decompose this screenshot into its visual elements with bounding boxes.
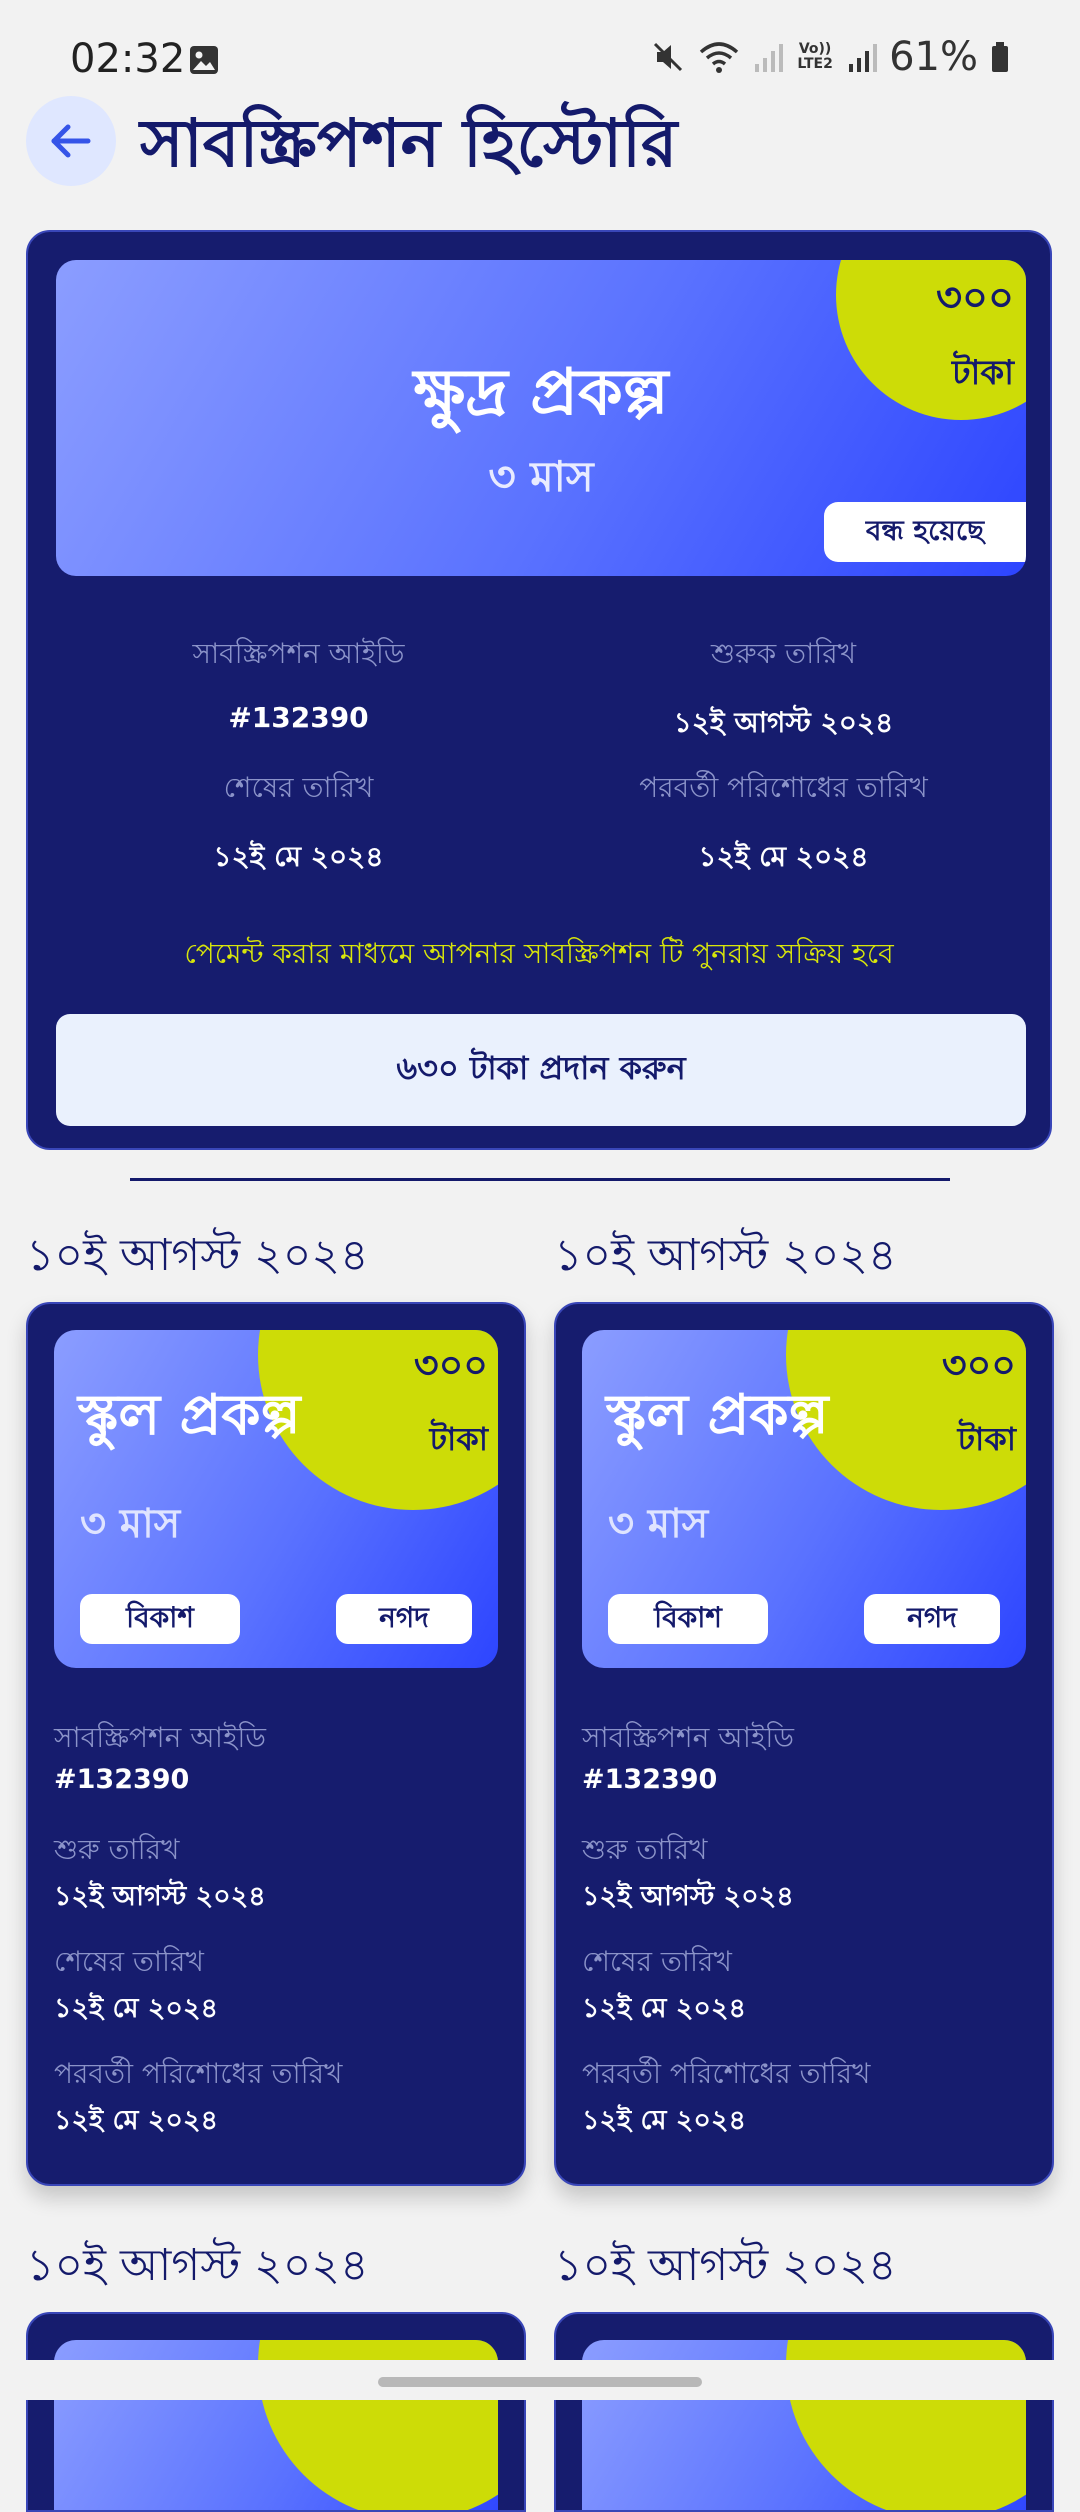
field-label: সাবস্ক্রিপশন আইডি: [582, 1721, 795, 1754]
field-value: ১২ই মে ২০২৪: [582, 2105, 747, 2136]
field-label: পরবর্তী পরিশোধের তারিখ: [639, 771, 928, 804]
field-value: ১২ই আগস্ট ২০২৪: [673, 706, 894, 739]
price-amount: ৩০০: [413, 1343, 488, 1387]
section-divider: [130, 1178, 950, 1181]
history-card[interactable]: ৩০০ টাকা স্কুল প্রকল্প ৩ মাস বিকাশ নগদ স…: [554, 1302, 1054, 2186]
plan-duration: ৩ মাস: [608, 1501, 709, 1547]
history-date-heading: ১০ই আগস্ট ২০২৪: [554, 2240, 897, 2291]
payment-type-badge: নগদ: [864, 1594, 1000, 1644]
price-amount: ৩০০: [935, 275, 1014, 321]
signal-strong-icon: [849, 44, 878, 72]
history-date-heading: ১০ই আগস্ট ২০২৪: [26, 2240, 369, 2291]
field-value: #132390: [54, 1764, 190, 1795]
home-indicator[interactable]: [378, 2377, 702, 2387]
back-button[interactable]: [26, 96, 116, 186]
status-time: 02:32: [70, 36, 186, 82]
field-value: ১২ই মে ২০২৪: [54, 1993, 219, 2024]
history-details: সাবস্ক্রিপশন আইডি #132390 শুরু তারিখ ১২ই…: [54, 1716, 504, 2164]
history-card-partial[interactable]: ৩০০: [26, 2312, 526, 2512]
field-label: শেষের তারিখ: [54, 1945, 204, 1978]
reactivation-notice: পেমেন্ট করার মাধ্যমে আপনার সাবস্ক্রিপশন …: [184, 937, 894, 970]
plan-name: ক্ষুদ্র প্রকল্প: [413, 356, 669, 430]
price-amount: ৩০০: [941, 1343, 1016, 1387]
subscription-id-field: সাবস্ক্রিপশন আইডি #132390: [56, 632, 541, 734]
payment-type-badge: নগদ: [336, 1594, 472, 1644]
status-icons: Vo)) LTE2 61%: [651, 34, 1010, 80]
arrow-left-icon: [51, 124, 91, 158]
price-currency: টাকা: [429, 1420, 488, 1458]
field-label: শেষের তারিখ: [223, 771, 374, 804]
pay-button[interactable]: ৬৩০ টাকা প্রদান করুন: [56, 1014, 1026, 1126]
field-label: সাবস্ক্রিপশন আইডি: [192, 637, 405, 670]
field-label: পরবর্তী পরিশোধের তারিখ: [582, 2057, 871, 2090]
network-type-label: Vo)) LTE2: [797, 41, 833, 72]
wifi-icon: [699, 42, 739, 73]
field-value: ১২ই মে ২০২৪: [698, 840, 869, 873]
field-value: ১২ই আগস্ট ২০২৪: [54, 1881, 266, 1912]
field-value: ১২ই মে ২০২৪: [582, 1993, 747, 2024]
price-badge: ৩০০ টাকা: [414, 1336, 488, 1468]
battery-percent: 61%: [889, 34, 978, 80]
history-details: সাবস্ক্রিপশন আইডি #132390 শুরু তারিখ ১২ই…: [582, 1716, 1032, 2164]
plan-banner: ৩০০ টাকা স্কুল প্রকল্প ৩ মাস বিকাশ নগদ: [54, 1330, 498, 1668]
plan-duration: ৩ মাস: [80, 1501, 181, 1547]
plan-name: স্কুল প্রকল্প: [78, 1383, 301, 1448]
payment-method-badge: বিকাশ: [80, 1594, 240, 1644]
signal-weak-icon: [755, 44, 784, 72]
plan-banner: ৩০০ টাকা স্কুল প্রকল্প ৩ মাস বিকাশ নগদ: [582, 1330, 1026, 1668]
image-notification-icon: [190, 46, 218, 74]
payment-method-badge: বিকাশ: [608, 1594, 768, 1644]
next-payment-date-field: পরবর্তী পরিশোধের তারিখ ১২ই মে ২০২৪: [541, 766, 1026, 882]
field-value: ১২ই মে ২০২৪: [54, 2105, 219, 2136]
field-value: ১২ই মে ২০২৪: [213, 840, 384, 873]
field-label: পরবর্তী পরিশোধের তারিখ: [54, 2057, 343, 2090]
field-label: শুরু তারিখ: [54, 1833, 180, 1866]
start-date-field: শুরুক তারিখ ১২ই আগস্ট ২০২৪: [541, 632, 1026, 748]
end-date-field: শেষের তারিখ ১২ই মে ২০২৪: [56, 766, 541, 882]
mute-icon: [654, 42, 683, 72]
price-currency: টাকা: [957, 1420, 1016, 1458]
status-badge: বন্ধ হয়েছে: [824, 502, 1026, 562]
history-date-heading: ১০ই আগস্ট ২০২৪: [26, 1230, 369, 1281]
price-badge: ৩০০ টাকা: [942, 1336, 1016, 1468]
field-label: সাবস্ক্রিপশন আইডি: [54, 1721, 267, 1754]
history-card-partial[interactable]: ৩০০: [554, 2312, 1054, 2512]
field-label: শুরু তারিখ: [582, 1833, 708, 1866]
history-date-heading: ১০ই আগস্ট ২০২৪: [554, 1230, 897, 1281]
plan-name: স্কুল প্রকল্প: [606, 1383, 829, 1448]
page-title: সাবস্ক্রিপশন হিস্টোরি: [140, 105, 678, 182]
field-label: শুরুক তারিখ: [710, 637, 856, 670]
plan-banner: ৩০০ টাকা ক্ষুদ্র প্রকল্প ৩ মাস বন্ধ হয়ে…: [56, 260, 1026, 576]
field-value: ১২ই আগস্ট ২০২৪: [582, 1881, 794, 1912]
history-card[interactable]: ৩০০ টাকা স্কুল প্রকল্প ৩ মাস বিকাশ নগদ স…: [26, 1302, 526, 2186]
field-value: #132390: [228, 701, 369, 734]
field-value: #132390: [582, 1764, 718, 1795]
battery-icon: [992, 42, 1008, 72]
field-label: শেষের তারিখ: [582, 1945, 732, 1978]
current-subscription-card: ৩০০ টাকা ক্ষুদ্র প্রকল্প ৩ মাস বন্ধ হয়ে…: [26, 230, 1052, 1150]
